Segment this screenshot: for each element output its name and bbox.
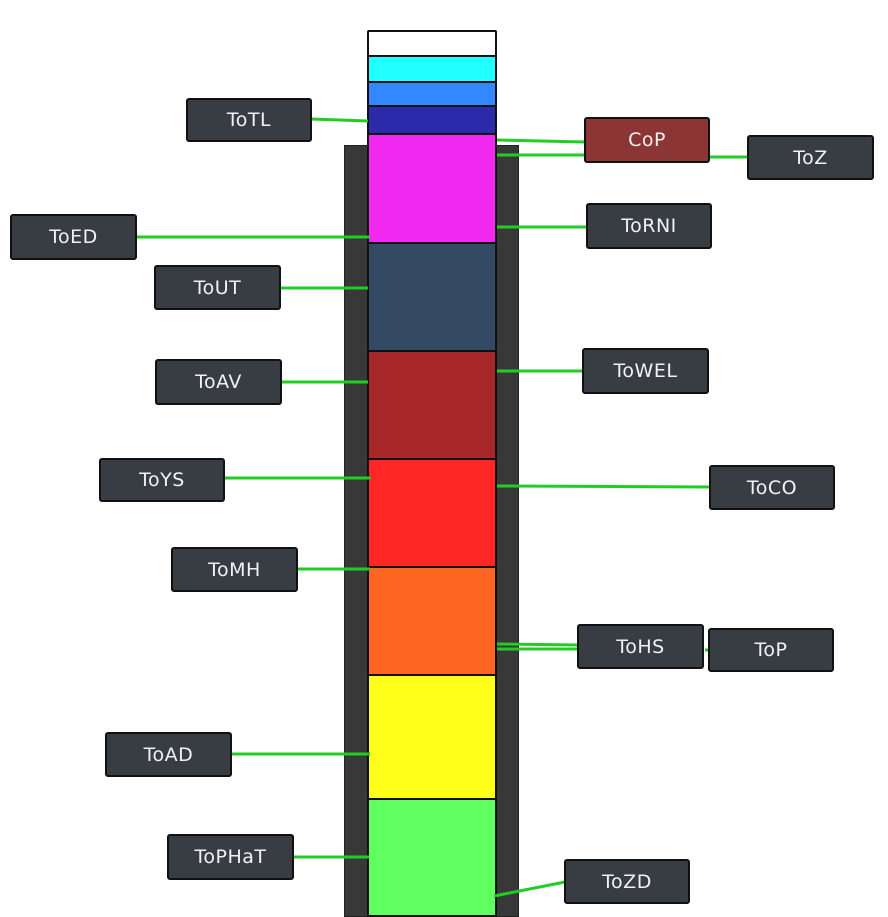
- label-toys: ToYS: [99, 458, 225, 502]
- label-text: ToAV: [195, 371, 242, 393]
- label-toco: ToCO: [709, 465, 835, 510]
- label-text: ToTL: [226, 109, 272, 131]
- label-text: CoP: [628, 129, 666, 151]
- label-totl: ToTL: [186, 98, 312, 142]
- connector-toco: [496, 484, 711, 489]
- label-tozd: ToZD: [564, 859, 690, 904]
- connector-totl: [310, 117, 369, 123]
- label-tout: ToUT: [154, 265, 281, 310]
- label-toz: ToZ: [747, 135, 874, 180]
- label-text: ToYS: [139, 469, 185, 491]
- connector-cop-a: [496, 138, 586, 144]
- label-text: ToRNI: [621, 215, 677, 237]
- label-text: ToP: [754, 639, 788, 661]
- label-text: ToWEL: [613, 360, 678, 382]
- label-toed: ToED: [10, 214, 137, 260]
- label-tohs: ToHS: [577, 624, 704, 669]
- label-tophat: ToPHaT: [167, 834, 294, 880]
- label-text: ToZ: [793, 146, 828, 169]
- label-top: ToP: [708, 628, 834, 672]
- label-text: ToUT: [193, 276, 242, 299]
- label-toad: ToAD: [105, 732, 232, 777]
- connector-tohs-a: [496, 642, 579, 647]
- label-towel: ToWEL: [582, 348, 709, 394]
- label-text: ToZD: [602, 870, 652, 893]
- label-tomh: ToMH: [171, 547, 298, 592]
- connector-tozd: [493, 880, 566, 898]
- label-torni: ToRNI: [586, 203, 712, 249]
- label-cop: CoP: [584, 117, 710, 163]
- label-text: ToHS: [616, 635, 665, 658]
- label-text: ToMH: [208, 558, 261, 581]
- label-toav: ToAV: [155, 359, 282, 405]
- label-text: ToED: [49, 226, 98, 248]
- label-text: ToCO: [746, 476, 798, 499]
- layer-diagram: ToTL ToED ToUT ToAV ToYS ToMH ToAD ToPHa…: [0, 0, 888, 917]
- label-text: ToPHaT: [194, 846, 267, 868]
- label-text: ToAD: [143, 743, 194, 766]
